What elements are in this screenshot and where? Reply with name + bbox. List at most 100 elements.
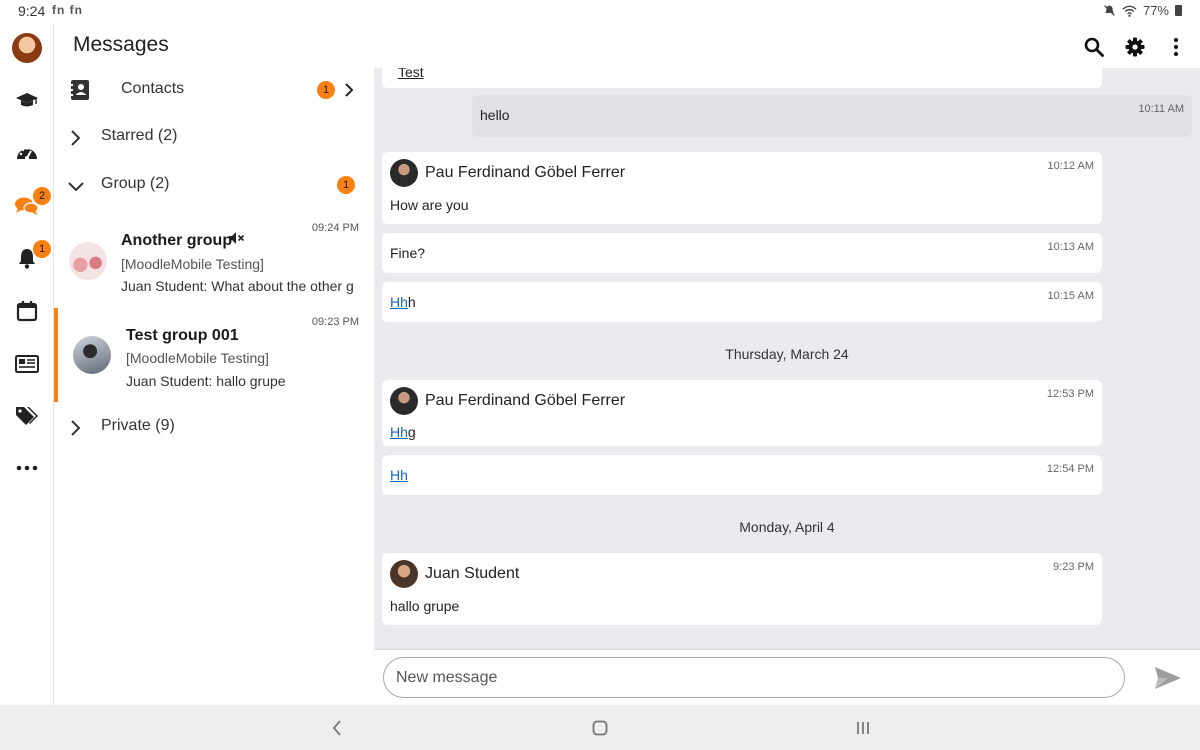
settings-button[interactable]: [1120, 32, 1150, 62]
page-header: Messages: [54, 24, 1200, 68]
recents-button[interactable]: [851, 717, 875, 739]
recents-icon: [857, 722, 869, 734]
status-app-icons: fn fn: [52, 3, 83, 17]
author-avatar: [390, 159, 418, 187]
contacts-book-icon: [70, 80, 89, 100]
chevron-right-icon: [345, 83, 353, 97]
conversation-last-message: Juan Student: hallo grupe: [126, 373, 364, 389]
group-label: Group (2): [101, 175, 170, 192]
muted-speaker-icon: [229, 232, 245, 244]
message-text: h: [407, 294, 416, 310]
status-time: 9:24: [18, 3, 46, 19]
chevron-down-icon: [68, 182, 84, 191]
contacts-label: Contacts: [121, 80, 185, 97]
conversation-item-selected[interactable]: Test group 001 09:23 PM [MoodleMobile Te…: [54, 308, 374, 402]
tags-icon: [16, 407, 38, 425]
conversation-time: 09:24 PM: [311, 222, 359, 234]
day-separator: Thursday, March 24: [725, 346, 849, 362]
last-message-author: Juan Student:: [121, 278, 208, 294]
system-nav-bar: [0, 705, 1200, 750]
main-menu-rail: 2 1: [0, 24, 54, 705]
private-label: Private (9): [101, 417, 175, 434]
message-content: Hhg: [390, 424, 416, 440]
chevron-right-icon: [71, 420, 80, 436]
message-link[interactable]: Hh: [390, 424, 408, 440]
back-button[interactable]: [325, 717, 349, 739]
rail-messages[interactable]: 2: [0, 185, 54, 225]
author-avatar: [390, 387, 418, 415]
page-title: Messages: [73, 33, 169, 56]
message-time: 9:23 PM: [1053, 561, 1094, 573]
send-icon: [1155, 667, 1181, 689]
starred-section-toggle[interactable]: Starred (2): [54, 116, 374, 160]
group-section-toggle[interactable]: Group (2) 1: [54, 164, 374, 208]
rail-courses[interactable]: [0, 81, 54, 121]
wifi-icon: [1122, 5, 1137, 17]
message-time: 10:15 AM: [1047, 290, 1094, 302]
more-options-button[interactable]: [1161, 32, 1191, 62]
avatar: [12, 33, 42, 63]
back-chevron-icon: [332, 720, 341, 736]
message-time: 12:54 PM: [1046, 463, 1094, 475]
conversation-name: Another group: [121, 232, 233, 249]
message-author: Pau Ferdinand Göbel Ferrer: [425, 164, 626, 181]
calendar-icon: [16, 301, 38, 322]
message-bubble: Juan Student 9:23 PM hallo grupe: [382, 553, 1102, 625]
rail-dashboard[interactable]: [0, 133, 54, 173]
conversation-last-message: Juan Student: What about the other g: [121, 278, 359, 294]
message-link[interactable]: Hh: [390, 294, 408, 310]
more-horizontal-icon: [16, 465, 38, 471]
message-thread: Test hello 10:11 AM Pau Ferdinand Göbel …: [374, 68, 1200, 649]
message-bubble: Pau Ferdinand Göbel Ferrer 12:53 PM Hhg: [382, 380, 1102, 446]
message-time: 10:11 AM: [1138, 103, 1184, 115]
notifications-badge: 1: [33, 240, 51, 258]
message-link[interactable]: Hh: [390, 467, 408, 483]
message-text: hello: [480, 107, 510, 123]
private-section-toggle[interactable]: Private (9): [54, 406, 374, 450]
contacts-badge: 1: [317, 81, 335, 99]
group-badge: 1: [337, 176, 355, 194]
conversation-course: [MoodleMobile Testing]: [121, 256, 264, 272]
group-avatar: [73, 336, 111, 374]
message-time: 10:13 AM: [1047, 241, 1094, 253]
last-message-text: What about the other g: [211, 278, 354, 294]
search-icon: [1084, 37, 1104, 57]
home-button[interactable]: [588, 717, 612, 739]
rail-news[interactable]: [0, 344, 54, 384]
rail-notifications[interactable]: 1: [0, 238, 54, 278]
search-button[interactable]: [1079, 32, 1109, 62]
starred-label: Starred (2): [101, 127, 178, 144]
message-bubble: Test: [382, 68, 1102, 88]
send-button[interactable]: [1152, 662, 1184, 694]
battery-icon: [1175, 5, 1182, 16]
chevron-right-icon: [71, 130, 80, 146]
conversation-name: Test group 001: [126, 327, 239, 344]
rail-calendar[interactable]: [0, 291, 54, 331]
graduation-cap-icon: [16, 93, 38, 107]
conversation-time: 09:23 PM: [311, 316, 359, 328]
conversation-list: Contacts 1 Starred (2) Group (2) 1 Anoth…: [54, 68, 374, 705]
messages-badge: 2: [33, 187, 51, 205]
message-content: Hh: [390, 467, 408, 483]
new-message-input[interactable]: [383, 657, 1125, 698]
message-author: Pau Ferdinand Göbel Ferrer: [425, 392, 626, 409]
contacts-row[interactable]: Contacts 1: [54, 68, 374, 112]
message-composer: [374, 649, 1200, 705]
conversation-item[interactable]: Another group 09:24 PM [MoodleMobile Tes…: [54, 214, 374, 308]
battery-level: 77%: [1142, 3, 1169, 18]
rail-user-avatar[interactable]: [0, 28, 54, 68]
status-bar: 9:24 fn fn 77%: [0, 0, 1200, 24]
status-right: 77%: [1103, 3, 1182, 18]
message-text: hallo grupe: [390, 598, 460, 614]
message-bubble: Hh 12:54 PM: [382, 455, 1102, 495]
gauge-icon: [17, 147, 37, 160]
message-link[interactable]: Test: [398, 68, 424, 80]
message-time: 10:12 AM: [1047, 160, 1094, 172]
last-message-author: Juan Student:: [126, 373, 213, 389]
message-author: Juan Student: [425, 565, 520, 582]
group-avatar: [69, 242, 107, 280]
rail-tags[interactable]: [0, 396, 54, 436]
message-content: Hhh: [390, 294, 416, 310]
rail-more[interactable]: [0, 448, 54, 488]
conversation-course: [MoodleMobile Testing]: [126, 350, 269, 366]
